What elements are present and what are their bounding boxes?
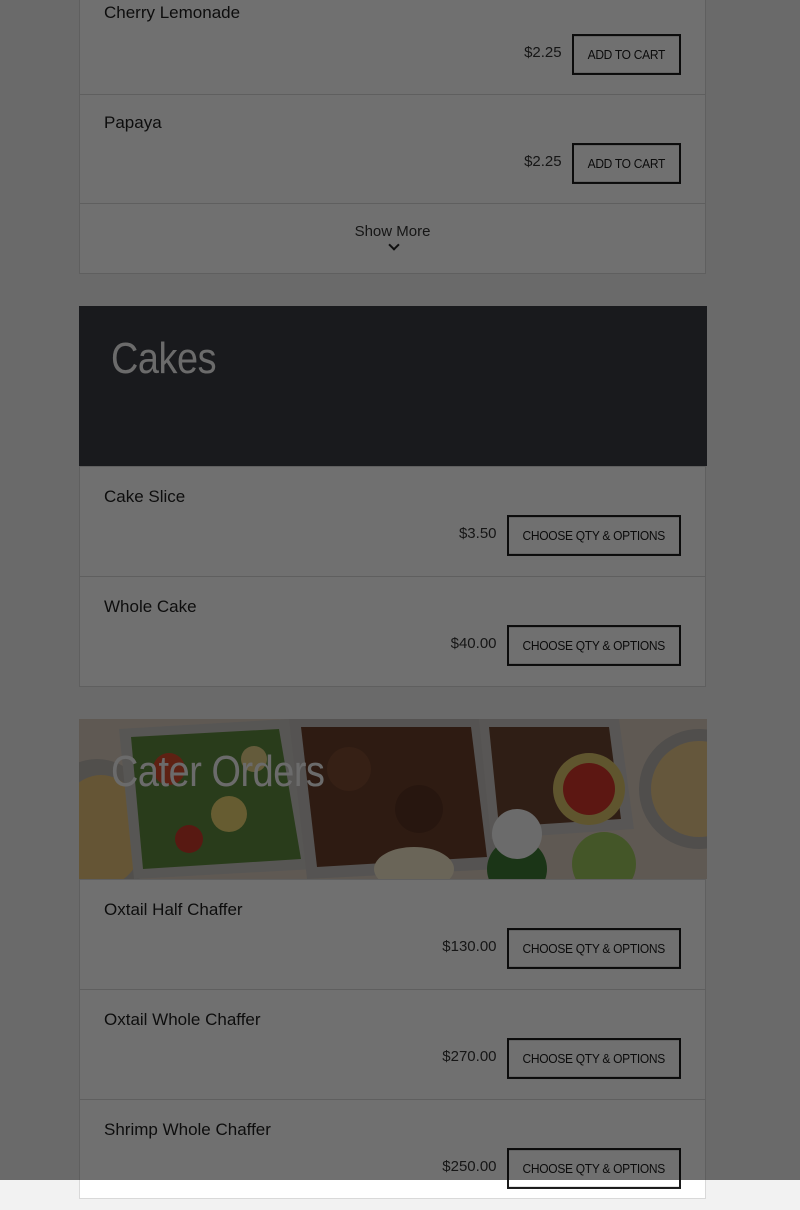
item-price: $270.00: [442, 1048, 497, 1065]
list-item: Whole Cake $40.00 CHOOSE QTY & OPTIONS: [80, 577, 705, 687]
show-more-label: Show More: [354, 223, 431, 240]
item-name: Whole Cake: [104, 597, 197, 616]
chevron-down-icon: [388, 239, 400, 251]
choose-options-button[interactable]: CHOOSE QTY & OPTIONS: [506, 515, 681, 556]
list-item: Papaya $2.25 ADD TO CART: [80, 95, 705, 204]
cater-card: Oxtail Half Chaffer $130.00 CHOOSE QTY &…: [79, 879, 706, 1199]
item-price: $40.00: [450, 635, 497, 652]
choose-options-button[interactable]: CHOOSE QTY & OPTIONS: [506, 1038, 681, 1079]
item-name: Cake Slice: [104, 487, 186, 506]
catering-trays-photo: [79, 719, 707, 879]
list-item: Oxtail Half Chaffer $130.00 CHOOSE QTY &…: [80, 880, 705, 990]
item-price: $2.25: [524, 153, 562, 170]
item-name: Papaya: [104, 113, 162, 132]
list-item: Oxtail Whole Chaffer $270.00 CHOOSE QTY …: [80, 990, 705, 1100]
add-to-cart-button[interactable]: ADD TO CART: [571, 143, 681, 184]
item-price: $2.25: [524, 44, 562, 61]
show-more-button[interactable]: Show More: [80, 204, 705, 274]
section-title: Cakes: [111, 334, 217, 383]
choose-options-button[interactable]: CHOOSE QTY & OPTIONS: [506, 625, 681, 666]
list-item: Shrimp Whole Chaffer $250.00 CHOOSE QTY …: [80, 1100, 705, 1210]
cater-section-header: Cater Orders: [79, 719, 707, 879]
item-price: $3.50: [458, 525, 497, 542]
add-to-cart-button[interactable]: ADD TO CART: [571, 34, 681, 75]
list-item: Cake Slice $3.50 CHOOSE QTY & OPTIONS: [80, 467, 705, 577]
choose-options-button[interactable]: CHOOSE QTY & OPTIONS: [506, 928, 681, 969]
item-name: Oxtail Half Chaffer: [104, 900, 243, 919]
section-title: Cater Orders: [111, 747, 325, 796]
item-name: Shrimp Whole Chaffer: [104, 1120, 271, 1139]
choose-options-button[interactable]: CHOOSE QTY & OPTIONS: [506, 1148, 681, 1189]
list-item: Cherry Lemonade $2.25 ADD TO CART: [80, 0, 705, 95]
cakes-section-header: Cakes: [79, 306, 707, 466]
cakes-card: Cake Slice $3.50 CHOOSE QTY & OPTIONS Wh…: [79, 466, 706, 687]
drinks-card: Cherry Lemonade $2.25 ADD TO CART Papaya…: [79, 0, 706, 274]
item-price: $130.00: [442, 938, 497, 955]
item-name: Cherry Lemonade: [104, 3, 241, 22]
menu-page: Cherry Lemonade $2.25 ADD TO CART Papaya…: [0, 0, 800, 1199]
item-price: $250.00: [442, 1158, 497, 1175]
item-name: Oxtail Whole Chaffer: [104, 1010, 261, 1029]
